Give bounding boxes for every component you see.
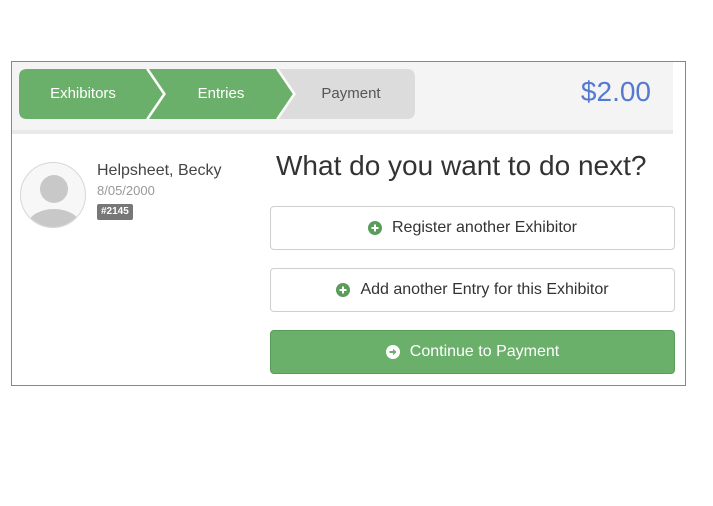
exhibitor-dob: 8/05/2000 — [97, 183, 155, 198]
add-another-entry-label: Add another Entry for this Exhibitor — [360, 281, 609, 298]
exhibitor-number-badge: #2145 — [97, 204, 133, 220]
user-placeholder-icon — [28, 175, 80, 227]
plus-circle-icon — [336, 283, 351, 297]
arrow-circle-right-icon — [385, 345, 400, 359]
register-another-exhibitor-label: Register another Exhibitor — [392, 219, 577, 236]
add-another-entry-button[interactable]: Add another Entry for this Exhibitor — [270, 268, 675, 312]
exhibitor-name: Helpsheet, Becky — [97, 162, 222, 179]
plus-circle-icon — [368, 221, 382, 235]
step-entries-label[interactable]: Entries — [162, 69, 280, 119]
continue-to-payment-button[interactable]: Continue to Payment — [270, 330, 675, 374]
checkout-header: Exhibitors Entries Payment $2.00 — [12, 62, 673, 130]
next-steps-heading: What do you want to do next? — [276, 150, 647, 181]
checkout-steps: Exhibitors Entries Payment — [19, 69, 419, 119]
cart-total: $2.00 — [580, 76, 651, 107]
step-exhibitors-label[interactable]: Exhibitors — [19, 69, 147, 119]
continue-to-payment-label: Continue to Payment — [409, 343, 560, 360]
avatar — [20, 162, 86, 228]
register-another-exhibitor-button[interactable]: Register another Exhibitor — [270, 206, 675, 250]
registration-panel: Exhibitors Entries Payment $2.00 Helpshe… — [11, 61, 686, 386]
header-divider — [12, 130, 673, 134]
step-payment-label: Payment — [321, 85, 381, 102]
